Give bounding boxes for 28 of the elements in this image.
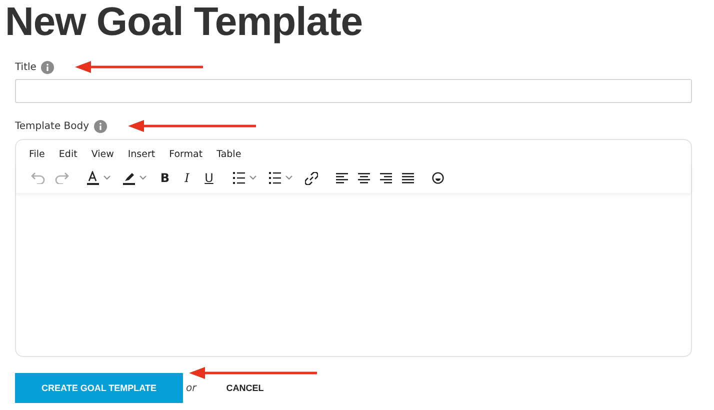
menu-item[interactable]: Format <box>169 149 203 163</box>
menu-item[interactable]: Insert <box>128 149 156 163</box>
menu-item[interactable]: Table <box>216 149 242 163</box>
highlighter-icon[interactable] <box>123 171 149 185</box>
cancel-link[interactable]: CANCEL <box>226 383 264 393</box>
field-label: Template Body <box>15 120 90 132</box>
rich-text-editor[interactable]: File Edit View Insert Format Table B I U <box>15 139 692 357</box>
menu-item[interactable]: File <box>29 149 45 163</box>
or-text: or <box>186 382 196 394</box>
bold-button[interactable]: B <box>159 171 171 185</box>
link-icon[interactable] <box>305 172 318 184</box>
emoji-icon[interactable] <box>432 172 444 184</box>
menu-item[interactable]: Edit <box>58 149 78 163</box>
align-left-icon[interactable] <box>336 172 348 184</box>
justify-icon[interactable] <box>402 172 414 184</box>
italic-button[interactable]: I <box>181 171 193 185</box>
title-input[interactable] <box>15 79 692 103</box>
info-icon[interactable] <box>41 60 54 74</box>
menu-item[interactable]: View <box>91 149 114 163</box>
text-color-icon[interactable] <box>87 171 113 185</box>
underline-button[interactable]: U <box>203 171 215 185</box>
align-right-icon[interactable] <box>380 172 392 184</box>
align-center-icon[interactable] <box>358 172 370 184</box>
numbered-list-icon[interactable] <box>269 172 295 184</box>
field-label: Title <box>15 62 36 72</box>
info-icon[interactable] <box>94 120 108 132</box>
bullet-list-icon[interactable] <box>233 172 259 184</box>
page-title: New Goal Template <box>5 0 364 44</box>
